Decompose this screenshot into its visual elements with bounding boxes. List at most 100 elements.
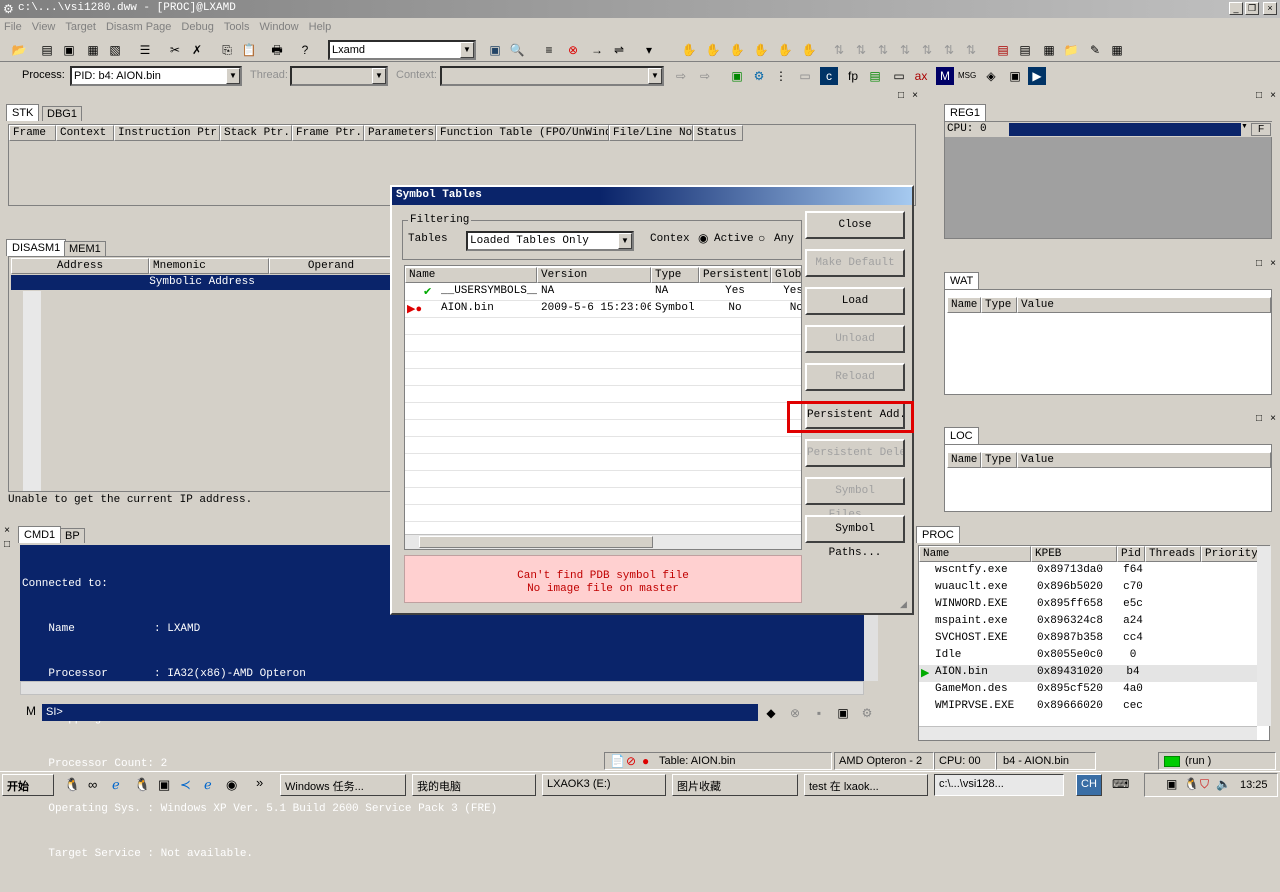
window4-icon[interactable]: ▧: [106, 41, 124, 59]
make-default-button[interactable]: Make Default: [805, 249, 905, 277]
pin-icon[interactable]: □: [1254, 91, 1264, 101]
proc-row[interactable]: WINWORD.EXE 0x895ff658 e5c: [919, 597, 1257, 614]
share-icon[interactable]: ≺: [180, 777, 191, 793]
m-icon[interactable]: M: [936, 67, 954, 85]
msg-icon[interactable]: MSG: [958, 67, 976, 85]
chevron-down-icon[interactable]: ▼: [648, 68, 662, 84]
tab-loc[interactable]: LOC: [944, 427, 979, 444]
taskbar-item-active[interactable]: c:\...\vsi128...: [934, 774, 1064, 796]
taskbar-item[interactable]: 我的电脑: [412, 774, 536, 796]
reload-button[interactable]: Reload: [805, 363, 905, 391]
chevron-down-icon[interactable]: ▼: [618, 233, 632, 249]
proc-row[interactable]: wuauclt.exe 0x896b5020 c70: [919, 580, 1257, 597]
c-icon[interactable]: c: [820, 67, 838, 85]
close-icon[interactable]: ×: [910, 91, 920, 101]
symbol-row[interactable]: ▶● AION.bin 2009-5-6 15:23:06 Symbol No No: [405, 301, 801, 318]
f-button[interactable]: F: [1251, 123, 1271, 136]
hand-icon[interactable]: ✋: [704, 41, 722, 59]
column-header[interactable]: Address: [11, 258, 149, 274]
minimize-button[interactable]: _: [1229, 2, 1243, 15]
column-header[interactable]: Function Table (FPO/UnWind): [436, 125, 609, 141]
column-header[interactable]: KPEB: [1031, 546, 1117, 562]
ie2-icon[interactable]: ℯ: [204, 777, 212, 793]
app-icon[interactable]: ▣: [158, 777, 170, 793]
symbol-row[interactable]: ✔ __USERSYMBOLS__ NA NA Yes Yes: [405, 284, 801, 301]
thread-combo[interactable]: ▼: [290, 66, 388, 86]
save-icon[interactable]: ▪: [810, 704, 828, 722]
trace-icon[interactable]: ⇅: [830, 41, 848, 59]
window-list-icon[interactable]: ▾: [640, 41, 658, 59]
window3-icon[interactable]: ▦: [84, 41, 102, 59]
ax-icon[interactable]: ax: [912, 67, 930, 85]
print-icon[interactable]: 🖶: [268, 41, 286, 59]
column-header[interactable]: Name: [947, 297, 981, 313]
ie-icon[interactable]: ℯ: [112, 777, 120, 793]
menu-help[interactable]: Help: [305, 18, 338, 33]
paste-icon[interactable]: 📋: [240, 41, 258, 59]
target-combo[interactable]: Lxamd ▼: [328, 40, 476, 60]
list-icon[interactable]: ☰: [136, 41, 154, 59]
column-header[interactable]: Frame: [9, 125, 56, 141]
menu-target[interactable]: Target: [61, 18, 102, 33]
shield-icon[interactable]: ⛉: [1200, 777, 1209, 792]
column-header[interactable]: Instruction Ptr.: [114, 125, 220, 141]
column-header[interactable]: Context: [56, 125, 114, 141]
close-dialog-button[interactable]: Close: [805, 211, 905, 239]
resize-grip-icon[interactable]: ◢: [900, 599, 912, 611]
dialog-hscroll[interactable]: [405, 534, 801, 549]
trace3-icon[interactable]: ⇅: [874, 41, 892, 59]
pin-icon[interactable]: □: [1254, 259, 1264, 269]
menu-view[interactable]: View: [28, 18, 62, 33]
quick-icon[interactable]: ∞: [88, 777, 97, 792]
symbol-paths-button[interactable]: Symbol Paths...: [805, 515, 905, 559]
menu-window[interactable]: Window: [256, 18, 305, 33]
open-icon[interactable]: 📂: [10, 41, 28, 59]
column-header[interactable]: Frame Ptr.: [292, 125, 364, 141]
chevron-down-icon[interactable]: ▼: [372, 68, 386, 84]
graph-icon[interactable]: ▭: [890, 67, 908, 85]
folder-icon[interactable]: 📁: [1062, 41, 1080, 59]
chevron-down-icon[interactable]: ▼: [1241, 123, 1249, 136]
column-header[interactable]: Type: [651, 267, 699, 283]
reg-select[interactable]: [1009, 123, 1249, 136]
cut-icon[interactable]: ✂: [166, 41, 184, 59]
persistent-delete-button[interactable]: Persistent Delete: [805, 439, 905, 467]
connect-icon[interactable]: ▣: [486, 41, 504, 59]
proc-vscroll[interactable]: [1257, 546, 1271, 726]
taskbar-item[interactable]: LXAOK3 (E:): [542, 774, 666, 796]
restore-button[interactable]: ❐: [1245, 2, 1259, 15]
window-icon[interactable]: ▣: [1006, 67, 1024, 85]
hand2-icon[interactable]: ✋: [728, 41, 746, 59]
column-header[interactable]: Parameters: [364, 125, 436, 141]
radio-active[interactable]: ◉: [698, 231, 708, 245]
tab-proc[interactable]: PROC: [916, 526, 960, 543]
menu-disasm-page[interactable]: Disasm Page: [102, 18, 177, 33]
qq-tray-icon[interactable]: 🐧: [1184, 777, 1199, 791]
gear-icon[interactable]: ⚙: [858, 704, 876, 722]
trace5-icon[interactable]: ⇅: [918, 41, 936, 59]
proc-row[interactable]: ▶ AION.bin 0x89431020 b4: [919, 665, 1257, 682]
cmd-input[interactable]: SI>: [42, 704, 758, 721]
menu-debug[interactable]: Debug: [177, 18, 219, 33]
close-button[interactable]: ×: [1263, 2, 1277, 15]
close-icon[interactable]: ×: [1268, 414, 1278, 424]
proc-row[interactable]: Idle 0x8055e0c0 0: [919, 648, 1257, 665]
taskbar-item[interactable]: 图片收藏: [672, 774, 798, 796]
hand3-icon[interactable]: ✋: [752, 41, 770, 59]
window-icon[interactable]: ▣: [834, 704, 852, 722]
tab-stk[interactable]: STK: [6, 104, 40, 121]
column-header[interactable]: Persistent: [699, 267, 771, 283]
tab-reg1[interactable]: REG1: [944, 104, 986, 121]
start-button[interactable]: 开始: [2, 774, 54, 796]
menu-file[interactable]: File: [0, 18, 28, 33]
edit-icon[interactable]: ✎: [1086, 41, 1104, 59]
pin-icon[interactable]: □: [896, 91, 906, 101]
column-header[interactable]: Version: [537, 267, 651, 283]
unload-button[interactable]: Unload: [805, 325, 905, 353]
table-icon[interactable]: ▦: [1040, 41, 1058, 59]
trace4-icon[interactable]: ⇅: [896, 41, 914, 59]
pin-icon[interactable]: □: [2, 540, 12, 550]
m-icon[interactable]: M: [20, 702, 42, 722]
record-icon[interactable]: ▤: [994, 41, 1012, 59]
view-icon[interactable]: ▣: [728, 67, 746, 85]
